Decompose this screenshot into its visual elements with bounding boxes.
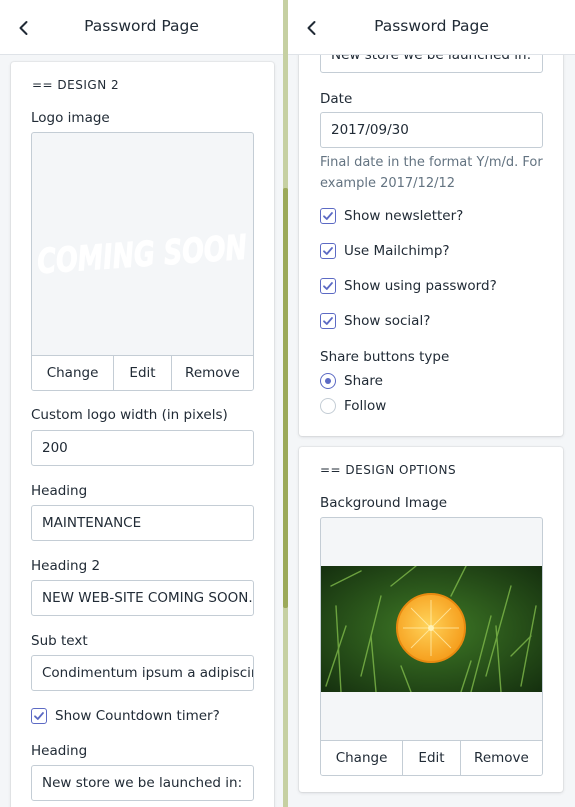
- checkbox-row[interactable]: Use Mailchimp?: [320, 242, 450, 260]
- background-image-picker[interactable]: Change Edit Remove: [320, 517, 543, 776]
- date-input[interactable]: 2017/09/30: [320, 112, 543, 148]
- background-image-preview: [321, 566, 542, 692]
- change-button[interactable]: Change: [32, 356, 115, 390]
- checkmark-icon: [323, 282, 333, 290]
- checkbox-label: Show using password?: [344, 278, 497, 294]
- show-social-checkbox[interactable]: [320, 313, 336, 329]
- logo-image-label: Logo image: [31, 110, 110, 126]
- countdown-heading-label: Heading: [31, 743, 88, 759]
- radio-button[interactable]: [320, 398, 336, 414]
- checkbox-label: Use Mailchimp?: [344, 243, 450, 259]
- show-countdown-checkbox[interactable]: [31, 708, 47, 724]
- logo-image-actions: Change Edit Remove: [32, 355, 253, 390]
- show-countdown-checkbox-row[interactable]: Show Countdown timer?: [31, 707, 220, 725]
- heading-input[interactable]: MAINTENANCE: [31, 505, 254, 541]
- checkbox-row[interactable]: Show social?: [320, 312, 430, 330]
- section-heading: == DESIGN 2: [32, 78, 120, 92]
- checkbox-label: Show newsletter?: [344, 208, 464, 224]
- remove-button[interactable]: Remove: [172, 356, 253, 390]
- left-panel: Password Page == DESIGN 2 Logo image COM…: [0, 0, 283, 807]
- use-mailchimp-checkbox[interactable]: [320, 243, 336, 259]
- logo-preview: COMING SOON: [36, 227, 249, 283]
- show-countdown-label: Show Countdown timer?: [55, 708, 220, 724]
- checkbox-row[interactable]: Show newsletter?: [320, 207, 463, 225]
- date-help-text: Final date in the format Y/m/d. For exam…: [320, 155, 543, 191]
- radio-label: Follow: [344, 398, 387, 414]
- checkmark-icon: [323, 212, 333, 220]
- settings-card: New store we be launched in: Date 2017/0…: [299, 20, 563, 436]
- checkmark-icon: [323, 317, 333, 325]
- section-heading: == DESIGN OPTIONS: [320, 463, 457, 477]
- page-title: Password Page: [84, 17, 199, 35]
- left-header: Password Page: [0, 0, 283, 55]
- sub-text-label: Sub text: [31, 633, 88, 649]
- logo-preview-text: COMING SOON: [36, 228, 248, 283]
- remove-button[interactable]: Remove: [461, 741, 542, 775]
- design-2-card: == DESIGN 2 Logo image COMING SOON Chang…: [11, 62, 274, 807]
- edit-button[interactable]: Edit: [403, 741, 461, 775]
- custom-logo-width-input[interactable]: 200: [31, 430, 254, 466]
- background-image-label: Background Image: [320, 495, 448, 511]
- share-buttons-type-label: Share buttons type: [320, 349, 450, 365]
- page-title: Password Page: [374, 17, 489, 35]
- design-options-card: == DESIGN OPTIONS Background Image Chang…: [299, 447, 563, 792]
- date-label: Date: [320, 91, 353, 107]
- show-using-password-checkbox[interactable]: [320, 278, 336, 294]
- custom-logo-width-label: Custom logo width (in pixels): [31, 407, 228, 423]
- countdown-heading-input[interactable]: New store we be launched in:: [31, 765, 254, 801]
- change-button[interactable]: Change: [321, 741, 404, 775]
- radio-follow[interactable]: Follow: [320, 397, 386, 415]
- logo-image-picker[interactable]: COMING SOON Change Edit Remove: [31, 132, 254, 391]
- show-newsletter-checkbox[interactable]: [320, 208, 336, 224]
- checkmark-icon: [34, 712, 44, 720]
- radio-button-selected[interactable]: [320, 373, 336, 389]
- heading-2-input[interactable]: NEW WEB-SITE COMING SOON..: [31, 580, 254, 616]
- radio-share[interactable]: Share: [320, 372, 383, 390]
- heading-2-label: Heading 2: [31, 558, 101, 574]
- right-header: Password Page: [288, 0, 575, 55]
- edit-button[interactable]: Edit: [114, 356, 172, 390]
- sub-text-input[interactable]: Condimentum ipsum a adipiscing: [31, 655, 254, 691]
- checkbox-row[interactable]: Show using password?: [320, 277, 497, 295]
- checkmark-icon: [323, 247, 333, 255]
- heading-label: Heading: [31, 483, 88, 499]
- background-image-actions: Change Edit Remove: [321, 740, 542, 775]
- checkbox-label: Show social?: [344, 313, 431, 329]
- right-panel: New store we be launched in: Date 2017/0…: [288, 0, 575, 807]
- radio-label: Share: [344, 373, 383, 389]
